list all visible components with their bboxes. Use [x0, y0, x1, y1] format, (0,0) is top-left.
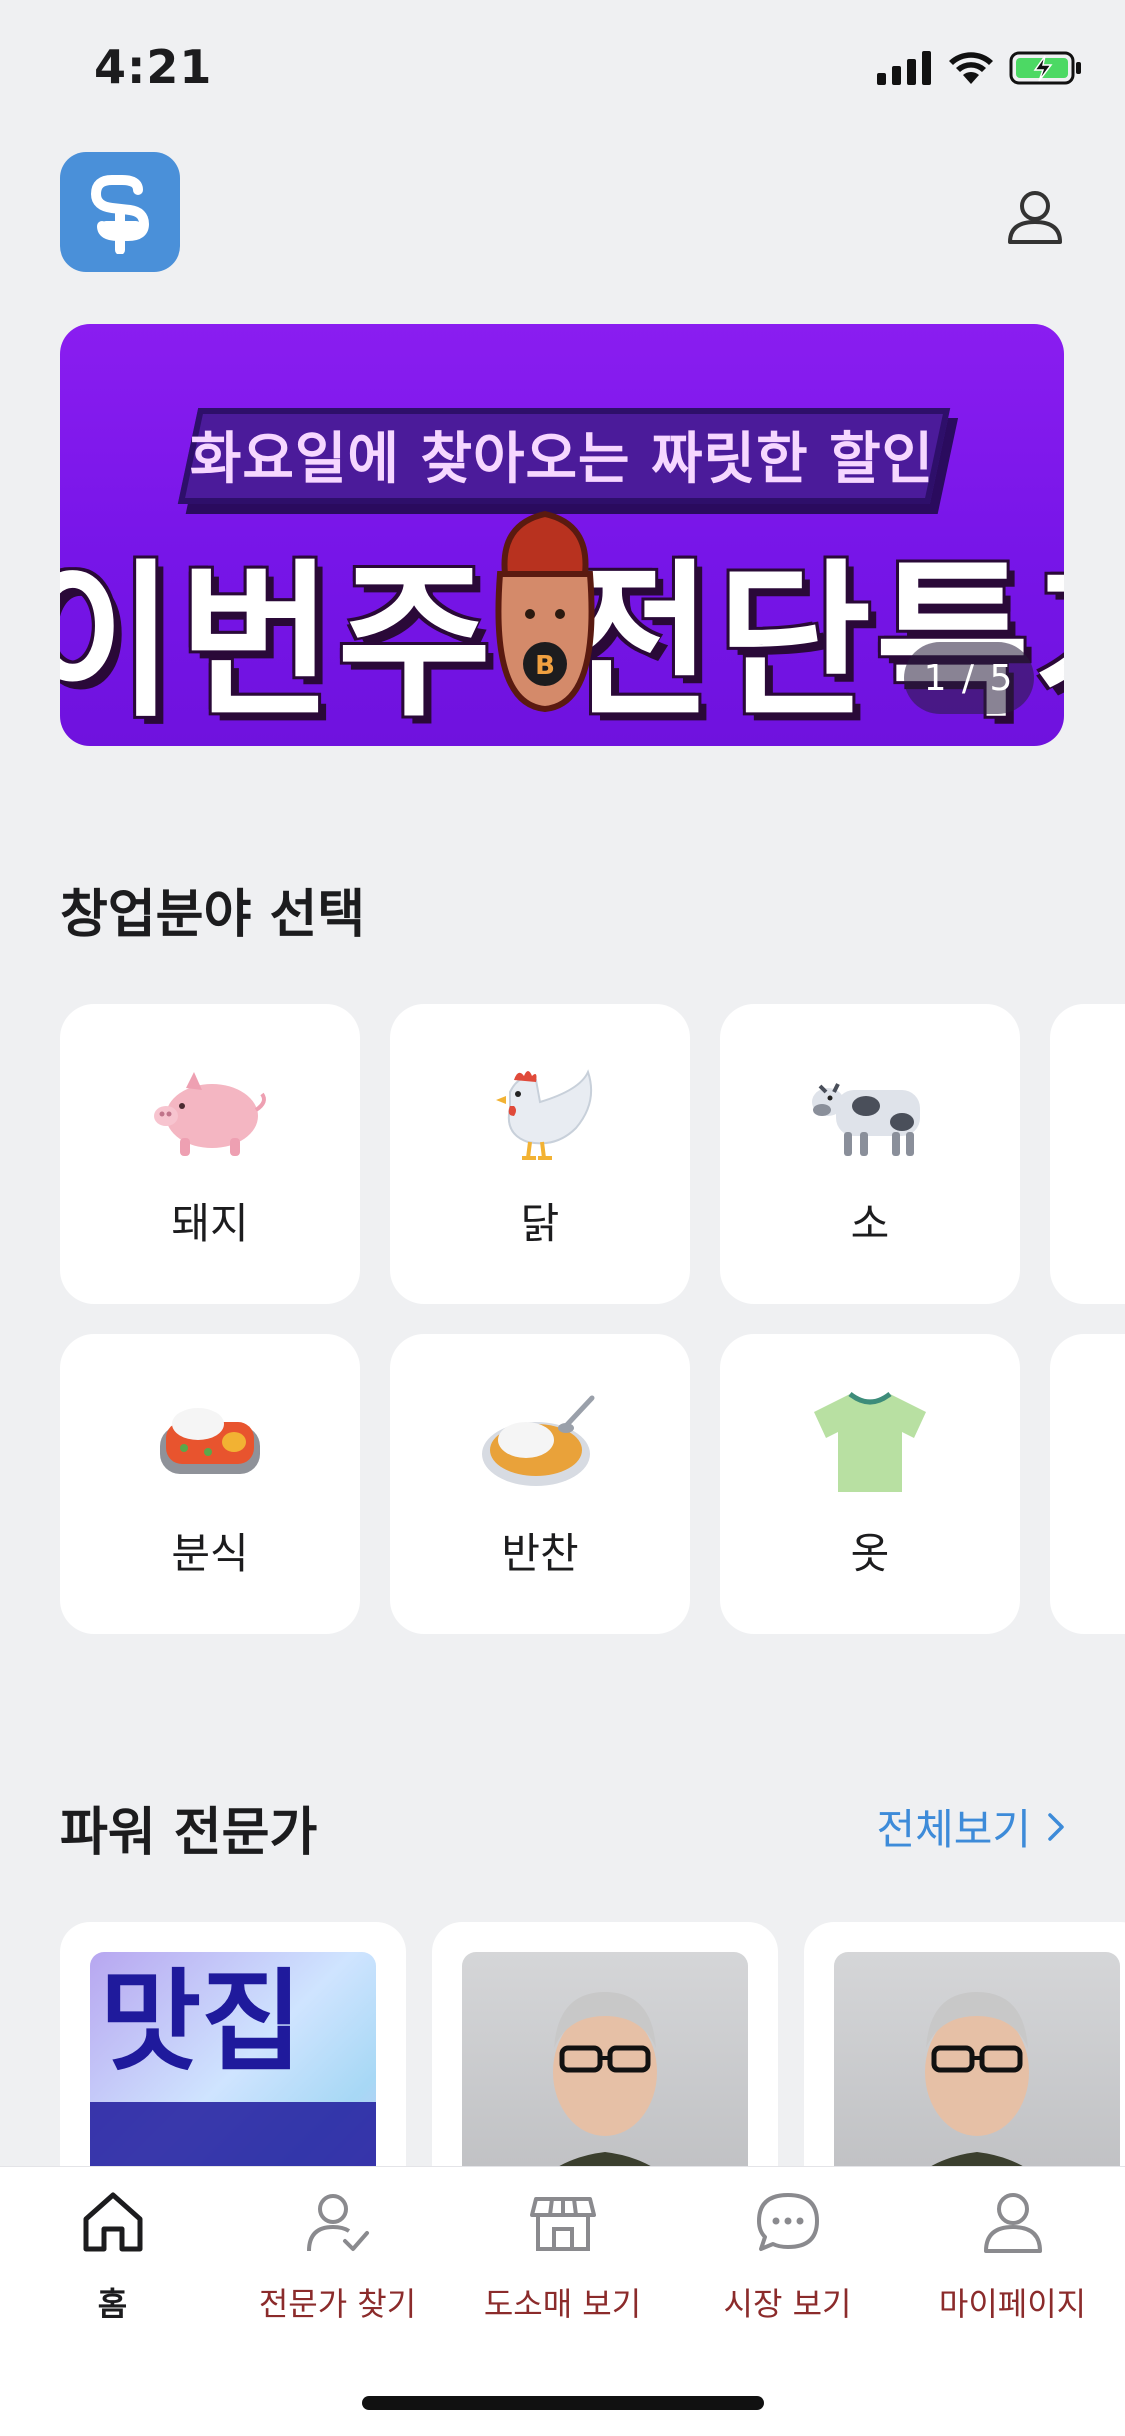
chevron-right-icon [1048, 1812, 1064, 1841]
see-all-link[interactable]: 전체보기 [876, 1796, 1065, 1857]
category-card-pig[interactable]: 돼지 [60, 1004, 360, 1304]
category-label: 분식 [171, 1529, 249, 1578]
experts-section-title: 파워 전문가 [60, 1803, 318, 1863]
promo-banner[interactable]: 화요일에 찾아오는 짜릿한 할인 이번주 전단특가 B 1 / 5 [60, 324, 1064, 746]
banner-pager: 1 / 5 [904, 642, 1034, 714]
tab-wholesale[interactable]: 도소매 보기 [450, 2189, 675, 2339]
tab-label: 시장 보기 [723, 2285, 852, 2323]
app-logo[interactable] [60, 152, 180, 272]
tshirt-icon [814, 1392, 926, 1492]
mascot-bag-icon: B [495, 510, 595, 713]
expert-search-icon [306, 2194, 369, 2252]
user-icon [1008, 191, 1062, 244]
category-card-side-dish[interactable]: 반찬 [390, 1334, 690, 1634]
profile-button[interactable] [1002, 184, 1068, 250]
status-time: 4:21 [94, 40, 213, 94]
snack-food-icon [160, 1408, 260, 1474]
home-screen: 4:21 화요일에 찾아오는 짜릿한 할인 이번주 전단 B 1 / 5 창업분… [0, 0, 1125, 2436]
tab-find-expert[interactable]: 전문가 찾기 [225, 2189, 450, 2339]
see-all-label: 전체보기 [876, 1805, 1031, 1854]
pig-icon [154, 1072, 266, 1156]
status-bar: 4:21 [0, 0, 1125, 132]
battery-charging-icon [1009, 51, 1081, 85]
status-icons [877, 50, 1083, 86]
store-icon [529, 2197, 596, 2251]
home-indicator[interactable] [362, 2396, 764, 2410]
category-label: 소 [850, 1199, 890, 1248]
banner-subtitle: 화요일에 찾아오는 짜릿한 할인 [189, 427, 935, 492]
category-card-more-2[interactable] [1050, 1334, 1125, 1634]
side-dish-icon [482, 1395, 595, 1486]
category-section-title: 창업분야 선택 [60, 885, 366, 945]
signal-icon [877, 51, 931, 85]
category-card-cow[interactable]: 소 [720, 1004, 1020, 1304]
svg-text:B: B [535, 651, 555, 681]
tab-market[interactable]: 시장 보기 [675, 2189, 900, 2339]
home-icon [83, 2192, 142, 2252]
tab-my-page[interactable]: 마이페이지 [900, 2189, 1125, 2339]
tab-label: 도소매 보기 [483, 2285, 642, 2323]
category-card-more[interactable] [1050, 1004, 1125, 1304]
person-icon [983, 2193, 1042, 2253]
tab-label: 전문가 찾기 [258, 2285, 417, 2323]
tab-home[interactable]: 홈 [0, 2189, 225, 2339]
wifi-icon [949, 52, 993, 84]
category-card-snack[interactable]: 분식 [60, 1334, 360, 1634]
category-card-chicken[interactable]: 닭 [390, 1004, 690, 1304]
tab-label: 홈 [97, 2285, 128, 2323]
cow-icon [812, 1083, 920, 1156]
category-label: 반찬 [501, 1529, 579, 1578]
category-label: 돼지 [171, 1199, 249, 1248]
chat-bubble-icon [756, 2193, 819, 2251]
svg-text:맛집: 맛집 [100, 1958, 302, 2086]
category-label: 닭 [520, 1199, 560, 1248]
chicken-icon [496, 1069, 592, 1160]
tab-label: 마이페이지 [938, 2285, 1087, 2323]
logo-mark-icon [90, 175, 150, 254]
category-label: 옷 [850, 1529, 890, 1578]
category-card-clothes[interactable]: 옷 [720, 1334, 1020, 1634]
